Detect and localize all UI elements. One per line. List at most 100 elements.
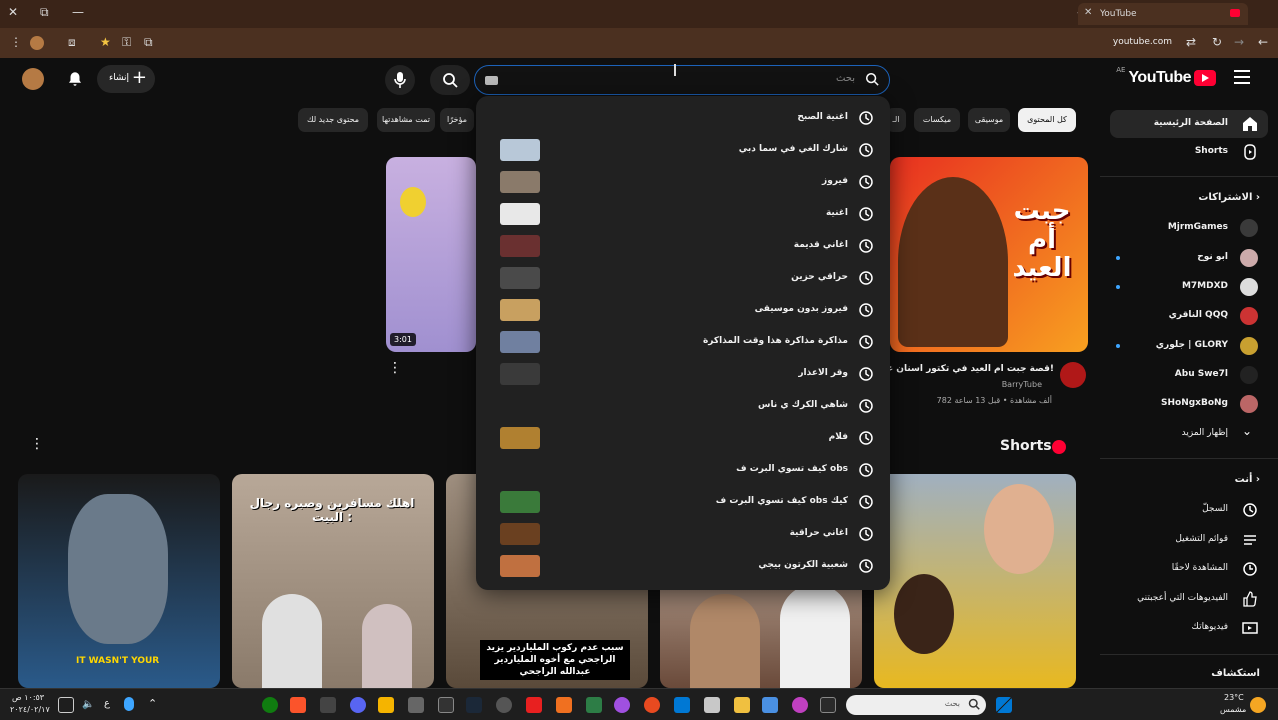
app-icon[interactable] (614, 697, 630, 713)
suggestion-item[interactable]: اغنية الصبح (476, 102, 890, 134)
bookmark-star-icon[interactable]: ★ (100, 35, 111, 49)
obs-icon[interactable] (496, 697, 512, 713)
video-title[interactable]: قصة جبت ام العيد في تكتور اسنان عالي! (871, 364, 1054, 374)
create-button[interactable]: إنشاء + (97, 65, 155, 93)
url-text[interactable]: youtube.com (1113, 37, 1172, 47)
chip-mixes[interactable]: ميكسات (914, 108, 960, 132)
hamburger-menu-icon[interactable] (1234, 70, 1250, 84)
sidebar-item-your-videos[interactable]: فيديوهاتك (1110, 614, 1268, 642)
sidebar-item-home[interactable]: الصفحة الرئيسية (1110, 110, 1268, 138)
app-icon[interactable] (378, 697, 394, 713)
browser-tab-youtube[interactable]: ✕ YouTube (1078, 3, 1248, 25)
sidebar-item-liked-videos[interactable]: الفيديوهات التي أعجبتني (1110, 585, 1268, 613)
app-icon[interactable] (792, 697, 808, 713)
sidebar-item-subscription[interactable]: MjrmGames (1110, 214, 1268, 242)
extensions-icon[interactable]: ⧈ (68, 35, 76, 50)
suggestion-item[interactable]: شعبية الكرتون بيجي (476, 550, 890, 582)
video-thumbnail[interactable]: 3:01 (386, 157, 476, 352)
app-icon[interactable] (408, 697, 424, 713)
taskbar-search-input[interactable]: بحث (846, 695, 986, 715)
sun-icon[interactable] (1250, 697, 1266, 713)
search-button[interactable] (430, 65, 470, 95)
suggestion-item[interactable]: شارك الغي في سما دبي (476, 134, 890, 166)
app-icon[interactable] (556, 697, 572, 713)
suggestion-item[interactable]: فيروز بدون موسيقى (476, 294, 890, 326)
chip-all[interactable]: كل المحتوى (1018, 108, 1076, 132)
chrome-icon[interactable] (644, 697, 660, 713)
suggestion-item[interactable]: اغاني قديمة (476, 230, 890, 262)
menu-dots-icon[interactable]: ⋮ (10, 35, 22, 49)
keyboard-icon[interactable] (485, 76, 498, 85)
speaker-icon[interactable]: 🔈 (82, 699, 94, 710)
sidebar-item-playlists[interactable]: قوائم التشغيل (1110, 526, 1268, 554)
app-icon[interactable] (820, 697, 836, 713)
clock-time[interactable]: ١٠:٥٣ ص (12, 693, 44, 702)
maximize-icon[interactable]: ⧉ (40, 5, 49, 20)
sidebar-item-subscription[interactable]: SHoNgxBoNg (1110, 390, 1268, 418)
show-more-button[interactable]: ⌄ إظهار المزيد (1110, 420, 1268, 448)
search-input[interactable]: بحث (474, 65, 890, 95)
reload-icon[interactable]: ↻ (1212, 35, 1222, 49)
suggestion-item[interactable]: مذاكرة مذاكرة هذا وقت المذاكرة (476, 326, 890, 358)
sidebar-item-watch-later[interactable]: المشاهدة لاحقًا (1110, 555, 1268, 583)
chip-new-for-you[interactable]: محتوى جديد لك (298, 108, 368, 132)
microphone-tray-icon[interactable] (124, 697, 134, 711)
notification-icon[interactable] (58, 697, 74, 713)
suggestion-item[interactable]: اغنية (476, 198, 890, 230)
notifications-bell-icon[interactable] (66, 70, 84, 88)
suggestion-item[interactable]: كيف تسوي البرت ف obs كيك (476, 486, 890, 518)
profile-icon[interactable] (30, 36, 44, 50)
app-icon[interactable] (674, 697, 690, 713)
close-window-icon[interactable]: ✕ (8, 5, 18, 19)
weather-desc[interactable]: مشمس (1220, 705, 1246, 714)
account-avatar[interactable] (22, 68, 44, 90)
app-icon[interactable] (350, 697, 366, 713)
language-indicator[interactable]: ع (104, 698, 110, 709)
sidebar-item-subscription[interactable]: M7MDXD (1110, 273, 1268, 301)
suggestion-item[interactable]: وقر الاعذار (476, 358, 890, 390)
suggestion-item[interactable]: فلام (476, 422, 890, 454)
you-header[interactable]: أنت › (1235, 474, 1260, 485)
app-icon[interactable] (526, 697, 542, 713)
channel-name[interactable]: BarryTube (1002, 380, 1042, 389)
suggestion-item[interactable]: اغاني حراقية (476, 518, 890, 550)
youtube-logo[interactable]: AE YouTube (1116, 66, 1216, 87)
suggestion-item[interactable]: كيف تسوي البرت ف obs (476, 454, 890, 486)
sidebar-item-shorts[interactable]: Shorts (1110, 138, 1268, 166)
xbox-icon[interactable] (262, 697, 278, 713)
app-icon[interactable] (762, 697, 778, 713)
minimize-icon[interactable]: — (72, 5, 84, 19)
windows-start-icon[interactable] (996, 697, 1012, 713)
short-thumbnail[interactable]: اهلك مسافرين وصبره رجال البيت : (232, 474, 434, 688)
tab-close-icon[interactable]: ✕ (1084, 7, 1092, 18)
back-icon[interactable]: ← (1258, 35, 1268, 49)
chip-recent[interactable]: مؤخرًا (440, 108, 474, 132)
app-icon[interactable] (704, 697, 720, 713)
steam-icon[interactable] (466, 697, 482, 713)
chevron-up-icon[interactable]: ⌃ (148, 697, 157, 710)
app-icon[interactable] (320, 697, 336, 713)
voice-search-button[interactable] (385, 65, 415, 95)
brave-icon[interactable] (290, 697, 306, 713)
more-options-icon[interactable]: ⋮ (388, 360, 402, 376)
clock-date[interactable]: ٢٠٢٤/٠٢/١٧ (10, 705, 50, 714)
short-thumbnail[interactable]: IT WASN'T YOUR (18, 474, 220, 688)
sidebar-item-subscription[interactable]: ابو نوح (1110, 244, 1268, 272)
sidebar-item-subscription[interactable]: Abu Swe7l (1110, 361, 1268, 389)
suggestion-item[interactable]: حراقي حزين (476, 262, 890, 294)
featured-video-thumbnail[interactable]: جبت أم العيد (890, 157, 1088, 352)
chip-watched[interactable]: تمت مشاهدتها (377, 108, 435, 132)
app-icon[interactable] (438, 697, 454, 713)
sidebar-item-history[interactable]: السجلّ (1110, 496, 1268, 524)
sidebar-item-subscription[interactable]: جلوري | GLORY (1110, 332, 1268, 360)
site-settings-icon[interactable]: ⇄ (1186, 35, 1196, 49)
key-icon[interactable]: ⚿ (122, 35, 131, 50)
suggestion-item[interactable]: شاهي الكرك ي ناس (476, 390, 890, 422)
forward-icon[interactable]: → (1234, 35, 1244, 49)
app-icon[interactable] (586, 697, 602, 713)
suggestion-item[interactable]: فيروز (476, 166, 890, 198)
more-options-icon[interactable]: ⋮ (30, 436, 44, 452)
short-thumbnail[interactable] (874, 474, 1076, 688)
channel-avatar[interactable] (1060, 362, 1086, 388)
install-app-icon[interactable]: ⧉ (144, 35, 153, 50)
